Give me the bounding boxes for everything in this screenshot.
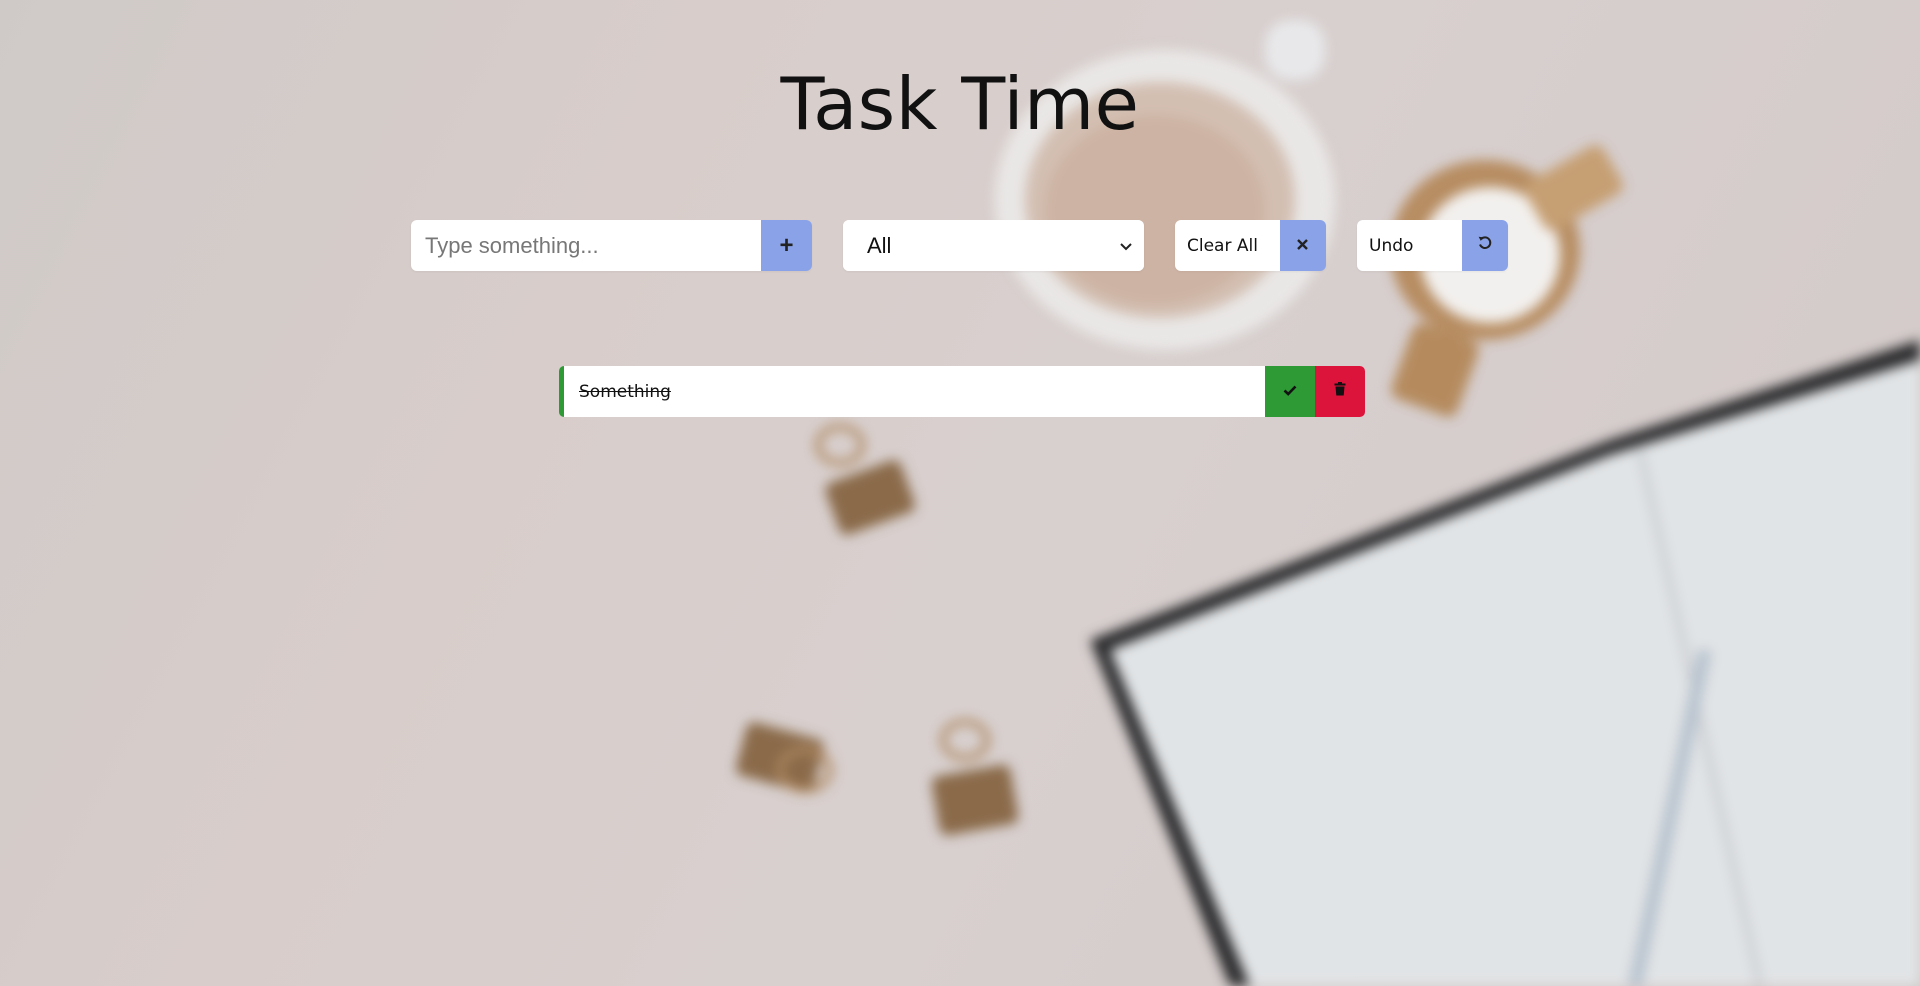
page-title: Task Time	[780, 62, 1140, 146]
filter-select-value: All	[867, 232, 892, 258]
add-task-form: +	[411, 220, 812, 271]
undo-button[interactable]	[1461, 220, 1508, 271]
background-image	[0, 0, 1920, 986]
clear-all-control: Clear All	[1175, 220, 1326, 271]
task-item: Something	[559, 366, 1365, 417]
undo-label: Undo	[1357, 220, 1462, 271]
chevron-down-icon	[1120, 238, 1132, 254]
add-task-button[interactable]: +	[761, 220, 812, 271]
check-icon	[1283, 383, 1297, 401]
rotate-left-icon	[1477, 235, 1493, 256]
filter-select[interactable]: All	[843, 220, 1144, 271]
clear-all-button[interactable]	[1279, 220, 1326, 271]
undo-control: Undo	[1357, 220, 1508, 271]
delete-task-button[interactable]	[1315, 366, 1365, 417]
task-input-wrapper	[411, 220, 761, 271]
task-input[interactable]	[411, 232, 761, 259]
filter-select-display: All	[843, 220, 1144, 271]
plus-icon: +	[779, 231, 794, 259]
x-icon	[1297, 237, 1309, 255]
clear-all-label: Clear All	[1175, 220, 1280, 271]
trash-icon	[1334, 382, 1346, 401]
task-text: Something	[579, 381, 671, 402]
complete-task-button[interactable]	[1265, 366, 1315, 417]
